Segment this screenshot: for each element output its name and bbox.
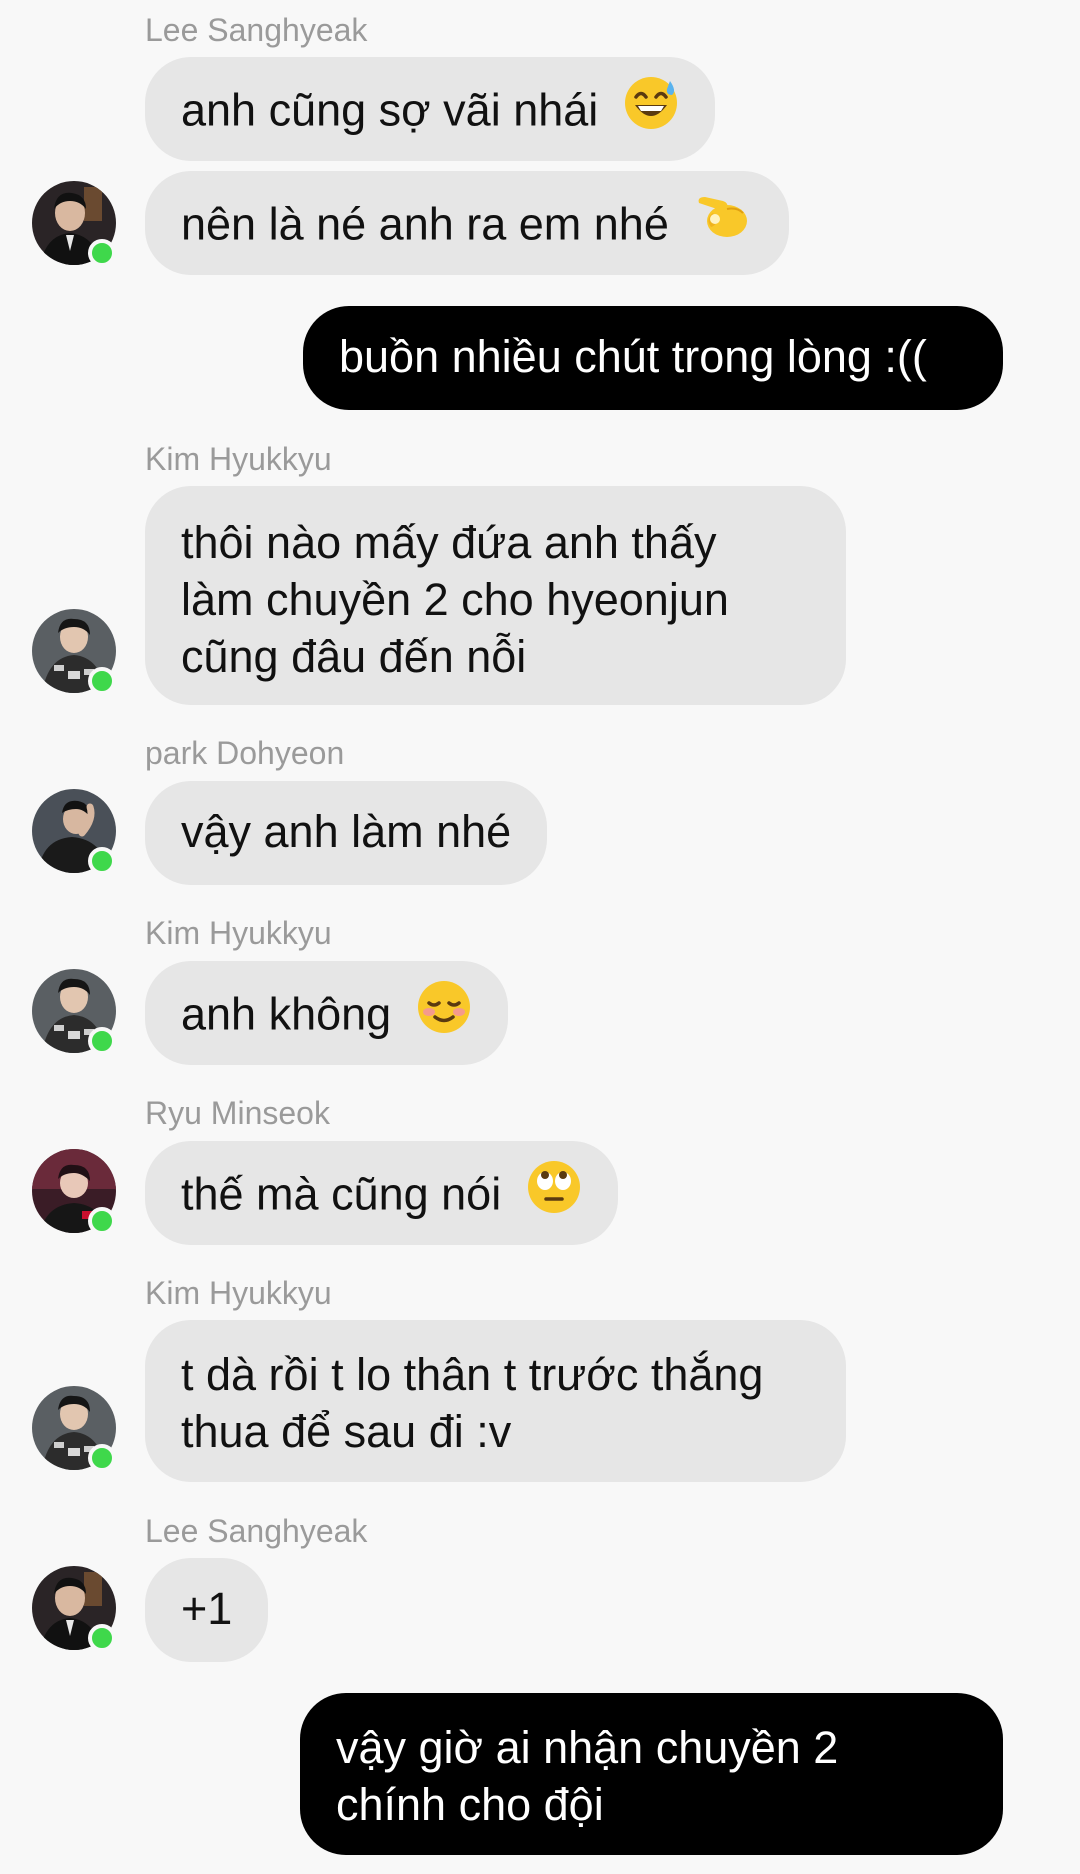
message-text: anh cũng sợ vãi nhái xyxy=(181,84,599,136)
sender-name: Lee Sanghyeak xyxy=(145,1513,368,1549)
message-text-line: làm chuyền 2 cho hyeonjun xyxy=(181,574,729,625)
sender-name: Kim Hyukkyu xyxy=(145,915,332,951)
sender-name: Kim Hyukkyu xyxy=(145,441,332,477)
incoming-message-bubble[interactable]: anh cũng sợ vãi nhái xyxy=(145,57,715,161)
avatar[interactable] xyxy=(32,789,116,875)
incoming-message-bubble[interactable]: t dà rồi t lo thân t trước thắng thua để… xyxy=(145,1320,846,1482)
online-status-dot xyxy=(88,239,116,267)
message-text: buồn nhiều chút trong lòng :(( xyxy=(339,331,927,382)
outgoing-message-bubble[interactable]: buồn nhiều chút trong lòng :(( xyxy=(303,306,1003,410)
message-text: vậy anh làm nhé xyxy=(181,806,512,857)
avatar[interactable] xyxy=(32,969,116,1055)
incoming-message-bubble[interactable]: vậy anh làm nhé xyxy=(145,781,548,885)
eye-roll-emoji-icon xyxy=(526,1159,582,1228)
avatar[interactable] xyxy=(32,609,116,695)
online-status-dot xyxy=(88,1624,116,1652)
online-status-dot xyxy=(88,1207,116,1235)
message-text-line: t dà rồi t lo thân t trước thắng xyxy=(181,1349,764,1400)
grinning-sweat-emoji-icon xyxy=(623,75,679,144)
sender-name: Kim Hyukkyu xyxy=(145,1275,332,1311)
incoming-message-bubble[interactable]: thôi nào mấy đứa anh thấy làm chuyền 2 c… xyxy=(145,486,846,705)
message-text: anh không xyxy=(181,988,392,1040)
avatar[interactable] xyxy=(32,1566,116,1652)
sender-name: Ryu Minseok xyxy=(145,1095,330,1131)
message-text: nên là né anh ra em nhé xyxy=(181,198,669,250)
online-status-dot xyxy=(88,667,116,695)
message-text-line: thua để sau đi :v xyxy=(181,1406,512,1457)
message-text-line: cũng đâu đến nỗi xyxy=(181,631,527,682)
avatar[interactable] xyxy=(32,1149,116,1235)
message-text-line: thôi nào mấy đứa anh thấy xyxy=(181,517,717,568)
message-text: +1 xyxy=(181,1583,233,1634)
message-text: thế mà cũng nói xyxy=(181,1168,502,1220)
message-text-line: vậy giờ ai nhận chuyền 2 xyxy=(336,1722,839,1773)
outgoing-message-bubble[interactable]: vậy giờ ai nhận chuyền 2 chính cho đội xyxy=(300,1693,1003,1855)
avatar[interactable] xyxy=(32,1386,116,1472)
smiling-blush-emoji-icon xyxy=(416,979,472,1048)
online-status-dot xyxy=(88,847,116,875)
sender-name: Lee Sanghyeak xyxy=(145,12,368,48)
incoming-message-bubble[interactable]: nên là né anh ra em nhé xyxy=(145,171,790,275)
sender-name: park Dohyeon xyxy=(145,735,345,771)
online-status-dot xyxy=(88,1444,116,1472)
incoming-message-bubble[interactable]: +1 xyxy=(145,1558,269,1662)
message-text-line: chính cho đội xyxy=(336,1779,604,1830)
online-status-dot xyxy=(88,1027,116,1055)
incoming-message-bubble[interactable]: anh không xyxy=(145,961,508,1065)
avatar[interactable] xyxy=(32,181,116,267)
pinching-hand-emoji-icon xyxy=(693,189,753,258)
incoming-message-bubble[interactable]: thế mà cũng nói xyxy=(145,1141,618,1245)
